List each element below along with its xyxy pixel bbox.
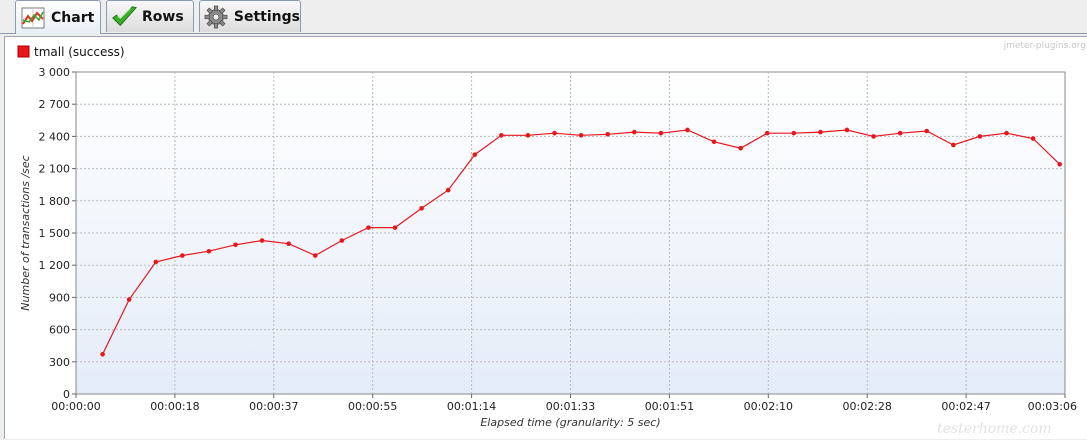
data-point [392,225,398,230]
x-tick-label: 00:02:10 [744,400,793,413]
data-point [312,253,318,258]
line-chart-icon [19,5,47,31]
data-point [711,139,717,145]
tab-bar: Chart Rows Settings [0,0,1087,34]
y-tick-label: 1 800 [39,195,71,208]
x-tick-label: 00:02:47 [941,400,990,413]
data-point [499,133,504,138]
transactions-chart: jmeter-plugins.org tmall (success) 03006… [17,41,1086,437]
y-tick-label: 2 700 [39,98,71,111]
y-axis-label: Number of transactions /sec [19,155,32,310]
tab-rows[interactable]: Rows [106,0,194,32]
tab-chart[interactable]: Chart [15,0,101,34]
data-point [951,142,956,148]
y-axis: 03006009001 2001 5001 8002 1002 4002 700… [39,66,76,401]
data-point [366,225,371,230]
data-point [153,259,159,265]
data-point [180,253,185,258]
tab-settings-label: Settings [233,8,300,25]
data-point [632,129,637,135]
data-point [286,241,291,247]
watermark-text: jmeter-plugins.org [1003,41,1086,51]
data-point [844,127,850,133]
tab-rows-label: Rows [142,8,184,25]
tab-bar-divider [0,33,1087,34]
data-point [605,131,611,137]
data-point [818,129,823,135]
data-point [126,297,132,302]
data-point [658,130,664,136]
data-point [1030,136,1036,141]
data-point [259,238,265,243]
data-point [685,127,690,133]
data-point [791,130,797,136]
data-point [1004,130,1009,136]
x-tick-label: 00:02:28 [842,400,891,413]
legend-swatch [17,45,30,58]
x-tick-label: 00:01:51 [645,400,694,413]
chart-panel: jmeter-plugins.org tmall (success) 0 300 6… [4,36,1087,439]
data-point [871,134,876,139]
gear-icon [203,4,230,30]
y-tick-label: 1 200 [39,259,71,272]
data-point [419,206,424,211]
x-axis-label: Elapsed time (granularity: 5 sec) [480,416,660,429]
data-point [339,238,345,243]
x-tick-label: 00:00:18 [150,400,199,413]
y-tick-label: 2 100 [39,163,71,176]
data-point [738,145,743,151]
tab-settings[interactable]: Settings [199,0,301,32]
legend-label: tmall (success) [34,45,125,59]
x-tick-label: 00:01:14 [447,400,496,413]
y-tick-label: 3 000 [39,66,71,79]
x-tick-label: 00:00:55 [348,400,397,413]
data-point [445,187,451,193]
data-point [1057,162,1062,167]
data-point [233,242,238,248]
data-point [206,248,212,254]
checkmark-icon [110,4,138,30]
y-tick-label: 1 500 [39,227,71,240]
data-point [578,133,584,138]
data-point [552,130,557,136]
x-tick-label: 00:01:33 [546,400,595,413]
testerhome-stamp: testerhome.com [937,421,1052,437]
y-tick-label: 900 [49,291,70,304]
x-tick-label: 00:00:00 [51,400,100,413]
x-axis: 00:00:00 00:00:18 00:00:37 00:00:55 00:01:14… [51,394,1077,413]
data-point [525,133,531,138]
x-tick-label: 00:00:37 [249,400,298,413]
data-point [472,152,478,157]
tab-chart-label: Chart [51,9,95,26]
data-point [100,351,105,357]
y-tick-label: 600 [49,324,70,337]
data-point [764,130,770,136]
y-tick-label: 300 [49,356,70,369]
data-point [897,130,903,136]
x-tick-label: 00:03:06 [1028,400,1077,413]
y-tick-label: 2 400 [39,130,71,143]
data-point [924,128,930,134]
data-point [977,134,983,139]
